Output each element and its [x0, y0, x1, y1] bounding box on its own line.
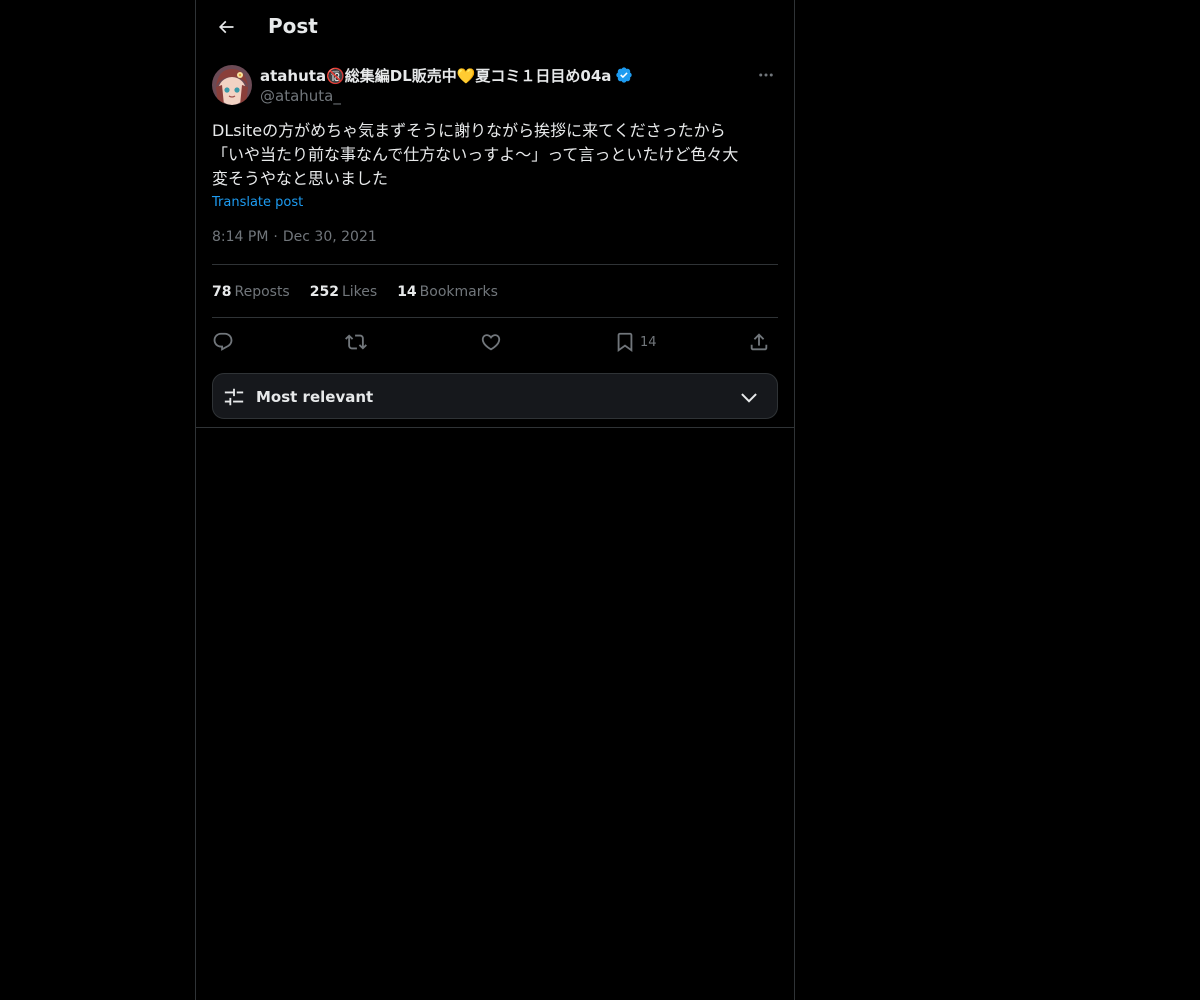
- tweet-text-line: 変そうやなと思いました: [212, 169, 389, 188]
- page-title: Post: [268, 14, 318, 38]
- sort-replies-dropdown[interactable]: Most relevant: [212, 373, 778, 419]
- bookmarks-count: 14: [397, 284, 417, 300]
- reposts-label: Reposts: [234, 284, 290, 300]
- share-icon: [750, 333, 768, 351]
- likes-stat[interactable]: 252 Likes: [310, 284, 377, 300]
- header-bar: Post: [196, 0, 794, 53]
- bookmark-icon: [617, 332, 633, 353]
- reposts-stat[interactable]: 78 Reposts: [212, 284, 290, 300]
- tweet-text-line: DLsiteの方がめちゃ気まずそうに謝りながら挨拶に来てくださったから: [212, 121, 726, 140]
- display-name-text: atahuta🔞総集編DL販売中💛夏コミ１日目め04a: [260, 66, 612, 85]
- author-row: atahuta🔞総集編DL販売中💛夏コミ１日目め04a @atahuta_: [212, 65, 778, 107]
- avatar[interactable]: [212, 65, 252, 105]
- main-column: Post atahuta🔞総集編DL販売中💛夏コミ１日目め04a @atahut…: [195, 0, 795, 1000]
- bookmarks-label: Bookmarks: [419, 284, 498, 300]
- timestamp: 8:14 PM · Dec 30, 2021: [212, 229, 377, 245]
- likes-label: Likes: [341, 284, 378, 300]
- sliders-icon: [224, 388, 244, 406]
- more-dots-icon: [759, 73, 773, 77]
- translate-post-link[interactable]: Translate post: [212, 195, 303, 210]
- divider: [212, 317, 778, 318]
- chevron-down-icon: [741, 393, 757, 403]
- verified-badge-icon: [615, 66, 633, 84]
- back-button[interactable]: [208, 9, 244, 45]
- bookmark-button[interactable]: 14: [614, 328, 657, 356]
- author-display-name[interactable]: atahuta🔞総集編DL販売中💛夏コミ１日目め04a: [260, 65, 633, 85]
- reply-button[interactable]: [212, 328, 234, 356]
- tweet-text-line: 「いや当たり前な事なんで仕方ないっすよ〜」って言っといたけど色々大: [212, 145, 739, 164]
- reply-icon: [213, 332, 233, 351]
- bookmarks-stat[interactable]: 14 Bookmarks: [397, 284, 498, 300]
- author-handle[interactable]: @atahuta_: [260, 87, 341, 105]
- separator-dot: ·: [273, 229, 278, 245]
- heart-icon: [481, 334, 501, 351]
- share-button[interactable]: [748, 328, 770, 356]
- post-time[interactable]: 8:14 PM: [212, 229, 268, 245]
- tweet-text: DLsiteの方がめちゃ気まずそうに謝りながら挨拶に来てくださったから 「いや当…: [212, 119, 778, 191]
- arrow-left-icon: [218, 20, 234, 34]
- repost-icon: [345, 334, 367, 350]
- engagement-stats: 78 Reposts 252 Likes 14 Bookmarks: [212, 282, 518, 302]
- action-bar: 14: [212, 328, 778, 356]
- more-options-button[interactable]: [754, 63, 778, 87]
- likes-count: 252: [309, 284, 339, 300]
- reposts-count: 78: [212, 284, 232, 300]
- divider: [212, 264, 778, 265]
- repost-button[interactable]: [345, 328, 367, 356]
- divider: [196, 427, 794, 428]
- post-date[interactable]: Dec 30, 2021: [283, 229, 377, 245]
- like-button[interactable]: [480, 328, 502, 356]
- bookmark-count: 14: [640, 334, 657, 350]
- sort-label: Most relevant: [256, 388, 374, 406]
